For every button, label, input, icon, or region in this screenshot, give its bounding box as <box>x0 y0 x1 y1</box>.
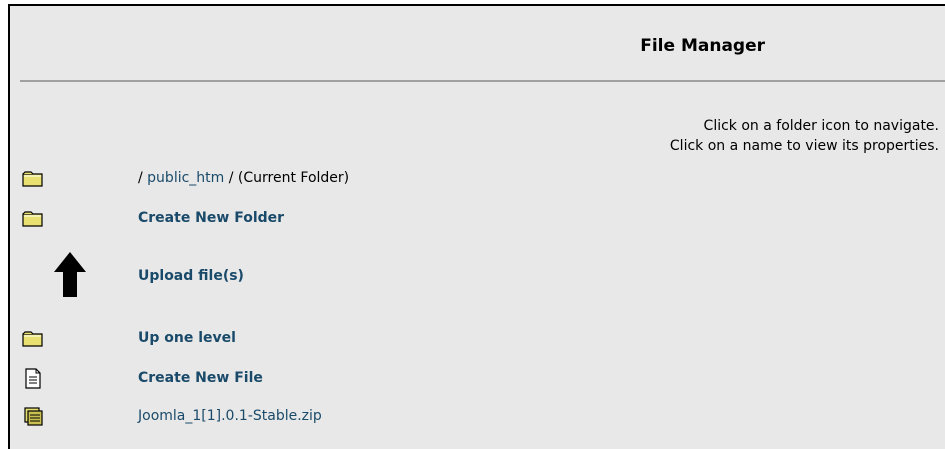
current-folder-label: (Current Folder) <box>237 170 350 186</box>
upload-arrow-icon[interactable] <box>52 250 88 304</box>
upload-files-link[interactable]: Upload file(s) <box>138 268 244 284</box>
create-new-folder-link[interactable]: Create New Folder <box>138 210 284 226</box>
page-title: File Manager <box>640 36 765 56</box>
path-separator: / <box>228 170 234 186</box>
path-separator: / <box>138 170 143 186</box>
file-manager-panel: File Manager Click on a folder icon to n… <box>8 4 945 449</box>
up-one-level-link[interactable]: Up one level <box>138 330 236 346</box>
folder-icon[interactable] <box>22 170 44 192</box>
create-new-file-link[interactable]: Create New File <box>138 370 263 386</box>
instructions: Click on a folder icon to navigate. Clic… <box>439 116 939 156</box>
folder-icon[interactable] <box>22 330 44 352</box>
header-divider <box>20 80 945 82</box>
document-icon <box>24 368 42 394</box>
zip-archive-icon[interactable] <box>22 406 44 432</box>
file-name-link[interactable]: Joomla_1[1].0.1-Stable.zip <box>138 408 322 424</box>
instruction-line-1: Click on a folder icon to navigate. <box>703 118 939 134</box>
breadcrumb: / public_htm / (Current Folder) <box>138 170 349 186</box>
folder-icon[interactable] <box>22 210 44 232</box>
breadcrumb-folder-link[interactable]: public_htm <box>147 170 224 186</box>
instruction-line-2: Click on a name to view its properties. <box>669 138 939 154</box>
